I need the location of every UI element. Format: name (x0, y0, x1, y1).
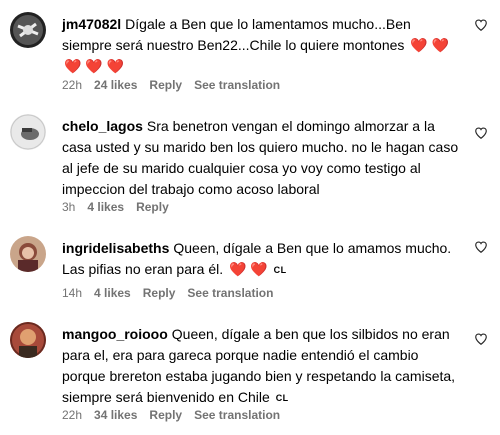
comment-time: 3h (62, 200, 76, 214)
comment-meta: 22h 34 likes Reply See translation (62, 408, 292, 422)
avatar-image (10, 322, 46, 358)
comment-time: 22h (62, 408, 83, 422)
reply-button[interactable]: Reply (149, 408, 182, 422)
avatar[interactable] (10, 322, 46, 358)
heart-like-icon[interactable] (474, 240, 488, 254)
heart-like-icon[interactable] (474, 332, 488, 346)
comment-meta: 14h 4 likes Reply See translation (62, 286, 285, 300)
cl-badge: CL (275, 393, 289, 403)
likes-count[interactable]: 4 likes (87, 200, 124, 214)
heart-like-icon[interactable] (474, 18, 488, 32)
avatar[interactable] (10, 114, 46, 150)
heart-emoji-group: ❤️ ❤️ (410, 37, 450, 53)
avatar[interactable] (10, 12, 46, 48)
comment-username[interactable]: chelo_lagos (62, 118, 143, 134)
comment-item: jm47082l Dígale a Ben que lo lamentamos m… (0, 0, 500, 100)
reply-button[interactable]: Reply (136, 200, 169, 214)
comment-text-block: jm47082l Dígale a Ben que lo lamentamos m… (62, 14, 462, 77)
likes-count[interactable]: 24 likes (94, 78, 137, 92)
see-translation-link[interactable]: See translation (194, 408, 280, 422)
comment-item: mangoo_roiooo Queen, dígale a ben que los… (0, 314, 500, 434)
comment-meta: 3h 4 likes Reply (62, 200, 181, 214)
avatar-image (10, 12, 46, 48)
comment-item: chelo_lagos Sra benetron vengan el doming… (0, 108, 500, 218)
comment-username[interactable]: ingridelisabeths (62, 240, 169, 256)
heart-emoji-group: ❤️ ❤️ (229, 261, 268, 277)
comment-meta: 22h 24 likes Reply See translation (62, 78, 292, 92)
likes-count[interactable]: 4 likes (94, 286, 131, 300)
comment-username[interactable]: mangoo_roiooo (62, 326, 168, 342)
comment-text-block: chelo_lagos Sra benetron vengan el doming… (62, 116, 462, 200)
comment-time: 14h (62, 286, 83, 300)
comment-item: ingridelisabeths Queen, dígale a Ben que … (0, 228, 500, 308)
reply-button[interactable]: Reply (149, 78, 182, 92)
heart-like-icon[interactable] (474, 126, 488, 140)
avatar[interactable] (10, 236, 46, 272)
see-translation-link[interactable]: See translation (194, 78, 280, 92)
comment-text-block: mangoo_roiooo Queen, dígale a ben que los… (62, 324, 462, 409)
see-translation-link[interactable]: See translation (187, 286, 273, 300)
cl-badge: CL (273, 265, 287, 275)
reply-button[interactable]: Reply (143, 286, 176, 300)
likes-count[interactable]: 34 likes (94, 408, 137, 422)
avatar-image (10, 236, 46, 272)
comment-username[interactable]: jm47082l (62, 16, 121, 32)
heart-emoji-group: ❤️ ❤️ ❤️ (64, 58, 125, 74)
comment-time: 22h (62, 78, 83, 92)
avatar-image (10, 114, 46, 150)
comment-text-block: ingridelisabeths Queen, dígale a Ben que … (62, 238, 462, 281)
